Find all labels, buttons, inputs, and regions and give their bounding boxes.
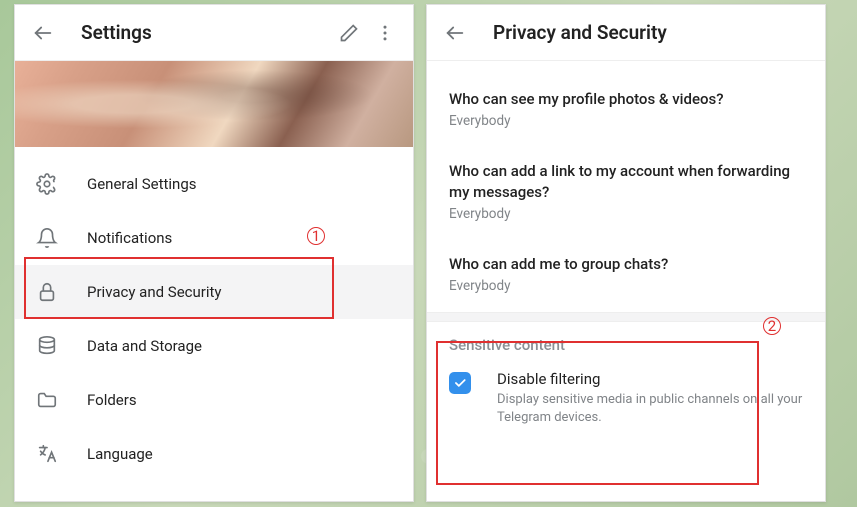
profile-cover-image: [15, 61, 413, 147]
privacy-title: Privacy and Security: [493, 21, 815, 44]
arrow-left-icon: [32, 22, 54, 44]
settings-panel: Settings General Settings Notifications …: [14, 4, 414, 502]
privacy-header: Privacy and Security: [427, 5, 825, 61]
privacy-setting-forward-link[interactable]: Who can add a link to my account when fo…: [427, 143, 825, 236]
settings-title: Settings: [81, 21, 331, 44]
database-icon: [35, 334, 59, 358]
menu-item-notifications[interactable]: Notifications: [15, 211, 413, 265]
edit-button[interactable]: [331, 15, 367, 51]
folder-icon: [35, 388, 59, 412]
menu-item-general-settings[interactable]: General Settings: [15, 157, 413, 211]
back-button[interactable]: [25, 15, 61, 51]
disable-filtering-row[interactable]: Disable filtering Display sensitive medi…: [427, 360, 825, 440]
menu-item-data-storage[interactable]: Data and Storage: [15, 319, 413, 373]
more-button[interactable]: [367, 15, 403, 51]
setting-title: Who can see my profile photos & videos?: [449, 89, 803, 109]
setting-value: Everybody: [449, 206, 803, 222]
menu-item-label: Language: [87, 445, 153, 463]
menu-item-label: Folders: [87, 391, 137, 409]
lock-icon: [35, 280, 59, 304]
more-vertical-icon: [375, 23, 395, 43]
menu-item-label: General Settings: [87, 175, 197, 193]
setting-title: Who can add me to group chats?: [449, 254, 803, 274]
menu-item-label: Notifications: [87, 229, 172, 247]
settings-menu: General Settings Notifications Privacy a…: [15, 147, 413, 481]
disable-filtering-checkbox[interactable]: [449, 372, 471, 394]
setting-value: Everybody: [449, 278, 803, 294]
back-button[interactable]: [437, 15, 473, 51]
menu-item-language[interactable]: Language: [15, 427, 413, 481]
settings-header: Settings: [15, 5, 413, 61]
setting-value: Everybody: [449, 113, 803, 129]
pencil-icon: [339, 23, 359, 43]
setting-title: Who can add a link to my account when fo…: [449, 161, 803, 202]
menu-item-label: Data and Storage: [87, 337, 202, 355]
privacy-setting-group-chats[interactable]: Who can add me to group chats? Everybody: [427, 236, 825, 308]
menu-item-privacy-security[interactable]: Privacy and Security: [15, 265, 413, 319]
menu-item-label: Privacy and Security: [87, 283, 222, 301]
disable-filtering-desc: Display sensitive media in public channe…: [497, 391, 803, 426]
privacy-setting-profile-photos[interactable]: Who can see my profile photos & videos? …: [427, 61, 825, 143]
bell-icon: [35, 226, 59, 250]
language-icon: [35, 442, 59, 466]
check-icon: [453, 376, 467, 390]
sensitive-content-header: Sensitive content: [427, 322, 825, 360]
disable-filtering-label: Disable filtering: [497, 370, 803, 388]
section-separator: [427, 312, 825, 322]
privacy-panel: Privacy and Security Who can see my prof…: [426, 4, 826, 502]
menu-item-folders[interactable]: Folders: [15, 373, 413, 427]
arrow-left-icon: [444, 22, 466, 44]
gear-icon: [35, 172, 59, 196]
